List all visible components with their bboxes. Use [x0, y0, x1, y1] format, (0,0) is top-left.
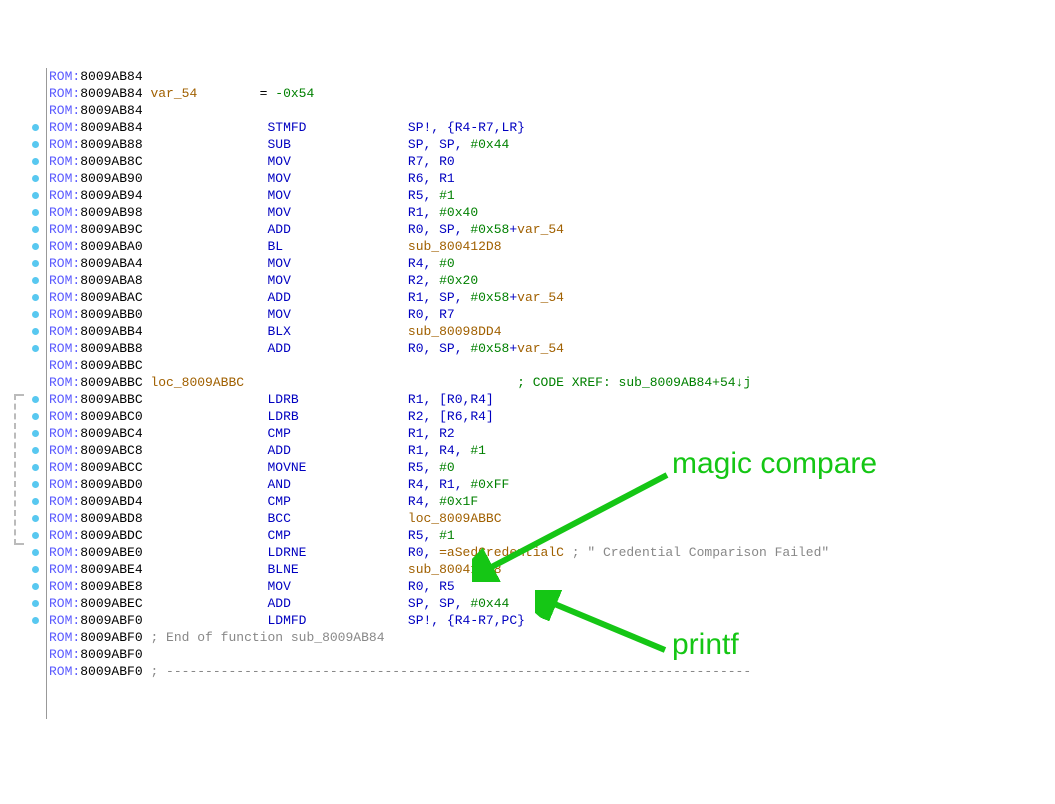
margin-line	[46, 68, 47, 719]
code-line[interactable]: ROM:8009ABB8 ADD R0, SP, #0x58+var_54	[49, 340, 829, 357]
code-line[interactable]: ROM:8009ABF0 LDMFD SP!, {R4-R7,PC}	[49, 612, 829, 629]
breakpoint-dot[interactable]	[32, 124, 39, 131]
disassembly-view[interactable]: ROM:8009AB84ROM:8009AB84 var_54 = -0x54R…	[0, 68, 1055, 719]
breakpoint-dot[interactable]	[32, 328, 39, 335]
code-line[interactable]: ROM:8009ABA4 MOV R4, #0	[49, 255, 829, 272]
breakpoint-dot[interactable]	[32, 617, 39, 624]
code-line[interactable]: ROM:8009ABBC	[49, 357, 829, 374]
breakpoint-dot[interactable]	[32, 243, 39, 250]
code-line[interactable]: ROM:8009AB94 MOV R5, #1	[49, 187, 829, 204]
breakpoint-dot[interactable]	[32, 447, 39, 454]
code-line[interactable]: ROM:8009ABBC loc_8009ABBC ; CODE XREF: s…	[49, 374, 829, 391]
breakpoint-dot[interactable]	[32, 396, 39, 403]
code-line[interactable]: ROM:8009ABD4 CMP R4, #0x1F	[49, 493, 829, 510]
breakpoint-dot[interactable]	[32, 413, 39, 420]
breakpoint-dot[interactable]	[32, 464, 39, 471]
breakpoint-dot[interactable]	[32, 532, 39, 539]
breakpoint-dot[interactable]	[32, 175, 39, 182]
breakpoint-dot[interactable]	[32, 600, 39, 607]
annotation-printf: printf	[672, 636, 739, 653]
code-line[interactable]: ROM:8009AB88 SUB SP, SP, #0x44	[49, 136, 829, 153]
code-line[interactable]: ROM:8009ABE8 MOV R0, R5	[49, 578, 829, 595]
breakpoint-dot[interactable]	[32, 498, 39, 505]
breakpoint-dot[interactable]	[32, 192, 39, 199]
annotation-magic-compare: magic compare	[672, 455, 877, 472]
code-line[interactable]: ROM:8009ABDC CMP R5, #1	[49, 527, 829, 544]
breakpoint-dot[interactable]	[32, 566, 39, 573]
loop-bracket	[14, 394, 22, 545]
breakpoint-dot[interactable]	[32, 226, 39, 233]
breakpoint-dot[interactable]	[32, 481, 39, 488]
breakpoint-dot[interactable]	[32, 277, 39, 284]
code-line[interactable]: ROM:8009AB84	[49, 102, 829, 119]
code-line[interactable]: ROM:8009ABB4 BLX sub_80098DD4	[49, 323, 829, 340]
code-line[interactable]: ROM:8009ABBC LDRB R1, [R0,R4]	[49, 391, 829, 408]
breakpoint-dot[interactable]	[32, 209, 39, 216]
code-area[interactable]: ROM:8009AB84ROM:8009AB84 var_54 = -0x54R…	[49, 68, 829, 680]
breakpoint-dot[interactable]	[32, 311, 39, 318]
code-line[interactable]: ROM:8009AB84 STMFD SP!, {R4-R7,LR}	[49, 119, 829, 136]
breakpoint-dot[interactable]	[32, 549, 39, 556]
code-line[interactable]: ROM:8009ABB0 MOV R0, R7	[49, 306, 829, 323]
code-line[interactable]: ROM:8009AB98 MOV R1, #0x40	[49, 204, 829, 221]
code-line[interactable]: ROM:8009ABC4 CMP R1, R2	[49, 425, 829, 442]
code-line[interactable]: ROM:8009AB9C ADD R0, SP, #0x58+var_54	[49, 221, 829, 238]
breakpoint-dot[interactable]	[32, 158, 39, 165]
breakpoint-dot[interactable]	[32, 583, 39, 590]
breakpoint-dot[interactable]	[32, 515, 39, 522]
breakpoint-dot[interactable]	[32, 430, 39, 437]
code-line[interactable]: ROM:8009ABC0 LDRB R2, [R6,R4]	[49, 408, 829, 425]
code-line[interactable]: ROM:8009ABE4 BLNE sub_80041028	[49, 561, 829, 578]
code-line[interactable]: ROM:8009ABA8 MOV R2, #0x20	[49, 272, 829, 289]
code-line[interactable]: ROM:8009ABEC ADD SP, SP, #0x44	[49, 595, 829, 612]
breakpoint-dot[interactable]	[32, 260, 39, 267]
code-line[interactable]: ROM:8009ABE0 LDRNE R0, =aSedCredentialC …	[49, 544, 829, 561]
arrow-printf	[535, 590, 670, 657]
code-line[interactable]: ROM:8009AB8C MOV R7, R0	[49, 153, 829, 170]
code-line[interactable]: ROM:8009ABAC ADD R1, SP, #0x58+var_54	[49, 289, 829, 306]
breakpoint-dot[interactable]	[32, 294, 39, 301]
breakpoint-dot[interactable]	[32, 141, 39, 148]
breakpoint-dot[interactable]	[32, 345, 39, 352]
code-line[interactable]: ROM:8009AB84 var_54 = -0x54	[49, 85, 829, 102]
code-line[interactable]: ROM:8009ABA0 BL sub_800412D8	[49, 238, 829, 255]
arrow-magic-compare	[472, 465, 670, 582]
code-line[interactable]: ROM:8009ABD8 BCC loc_8009ABBC	[49, 510, 829, 527]
code-line[interactable]: ROM:8009AB84	[49, 68, 829, 85]
code-line[interactable]: ROM:8009AB90 MOV R6, R1	[49, 170, 829, 187]
code-line[interactable]: ROM:8009ABF0 ; -------------------------…	[49, 663, 829, 680]
